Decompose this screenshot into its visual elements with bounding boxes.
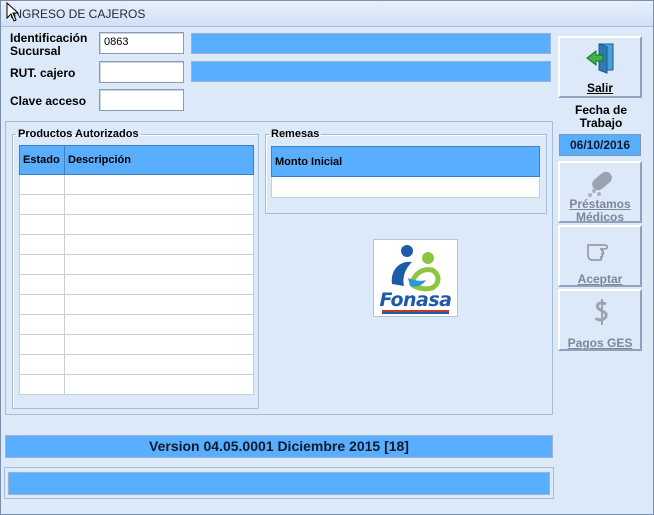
dollar-icon <box>594 299 608 325</box>
fecha-trabajo-value: 06/10/2016 <box>559 134 641 156</box>
table-cell[interactable] <box>19 274 65 295</box>
status-frame <box>4 467 554 499</box>
table-cell[interactable] <box>64 194 254 215</box>
table-row[interactable] <box>19 374 254 395</box>
table-row[interactable] <box>19 334 254 355</box>
productos-legend: Productos Autorizados <box>18 128 139 140</box>
table-row[interactable] <box>19 354 254 375</box>
col-estado[interactable]: Estado <box>19 145 65 175</box>
sucursal-name-display <box>191 33 551 54</box>
clave-label: Clave acceso <box>10 94 87 108</box>
mouse-cursor-icon <box>6 2 20 22</box>
fonasa-logo: Fonasa <box>373 239 458 317</box>
aceptar-label: Aceptar <box>577 272 623 286</box>
rut-input[interactable] <box>99 61 184 83</box>
table-cell[interactable] <box>19 294 65 315</box>
main-window: INGRESO DE CAJEROS Identificación Sucurs… <box>0 0 654 515</box>
table-row[interactable] <box>19 314 254 335</box>
table-row[interactable] <box>19 274 254 295</box>
table-cell[interactable] <box>64 314 254 335</box>
fonasa-logo-text: Fonasa <box>379 289 452 311</box>
salir-button[interactable]: Salir <box>558 36 642 98</box>
prestamos-label-2: Médicos <box>575 210 624 224</box>
title-bar[interactable]: INGRESO DE CAJEROS <box>1 1 653 27</box>
table-cell[interactable] <box>19 234 65 255</box>
table-row[interactable] <box>271 176 540 198</box>
exit-door-icon <box>586 43 614 74</box>
table-row[interactable] <box>19 174 254 195</box>
table-cell[interactable] <box>64 234 254 255</box>
col-monto-inicial[interactable]: Monto Inicial <box>271 146 540 177</box>
pagos-label: Pagos GES <box>567 336 633 350</box>
clave-input[interactable] <box>99 89 184 111</box>
table-cell[interactable] <box>19 214 65 235</box>
table-cell[interactable] <box>64 334 254 355</box>
table-cell[interactable] <box>19 174 65 195</box>
table-cell[interactable] <box>271 176 540 198</box>
table-cell[interactable] <box>64 214 254 235</box>
pointing-hand-icon <box>587 244 608 261</box>
table-row[interactable] <box>19 234 254 255</box>
table-cell[interactable] <box>64 354 254 375</box>
table-cell[interactable] <box>19 374 65 395</box>
table-cell[interactable] <box>19 314 65 335</box>
pagos-ges-button[interactable]: Pagos GES <box>558 289 642 351</box>
col-descripcion[interactable]: Descripción <box>64 145 254 175</box>
fecha-trabajo-label: Fecha de Trabajo <box>574 103 628 130</box>
remesas-legend: Remesas <box>271 128 320 140</box>
table-row[interactable] <box>19 214 254 235</box>
productos-table[interactable]: Estado Descripción <box>19 145 254 395</box>
table-row[interactable] <box>19 194 254 215</box>
rut-label: RUT. cajero <box>10 66 76 80</box>
table-cell[interactable] <box>64 374 254 395</box>
sucursal-input[interactable]: 0863 <box>99 32 184 54</box>
pill-icon <box>588 171 612 197</box>
prestamos-medicos-button[interactable]: Préstamos Médicos <box>558 161 642 224</box>
prestamos-label-1: Préstamos <box>569 197 631 211</box>
table-cell[interactable] <box>19 334 65 355</box>
version-label: Version 04.05.0001 Diciembre 2015 [18] <box>5 435 553 458</box>
sucursal-label: Identificación Sucursal <box>10 31 88 58</box>
remesas-table[interactable]: Monto Inicial <box>271 146 540 198</box>
table-cell[interactable] <box>64 294 254 315</box>
cajero-name-display <box>191 61 551 82</box>
table-cell[interactable] <box>64 174 254 195</box>
window-title: INGRESO DE CAJEROS <box>10 7 146 21</box>
table-cell[interactable] <box>19 194 65 215</box>
salir-label: Salir <box>586 81 613 95</box>
table-cell[interactable] <box>19 254 65 275</box>
aceptar-button[interactable]: Aceptar <box>558 225 642 287</box>
table-cell[interactable] <box>64 274 254 295</box>
table-cell[interactable] <box>64 254 254 275</box>
table-cell[interactable] <box>19 354 65 375</box>
table-row[interactable] <box>19 254 254 275</box>
table-row[interactable] <box>19 294 254 315</box>
status-bar <box>8 472 550 495</box>
